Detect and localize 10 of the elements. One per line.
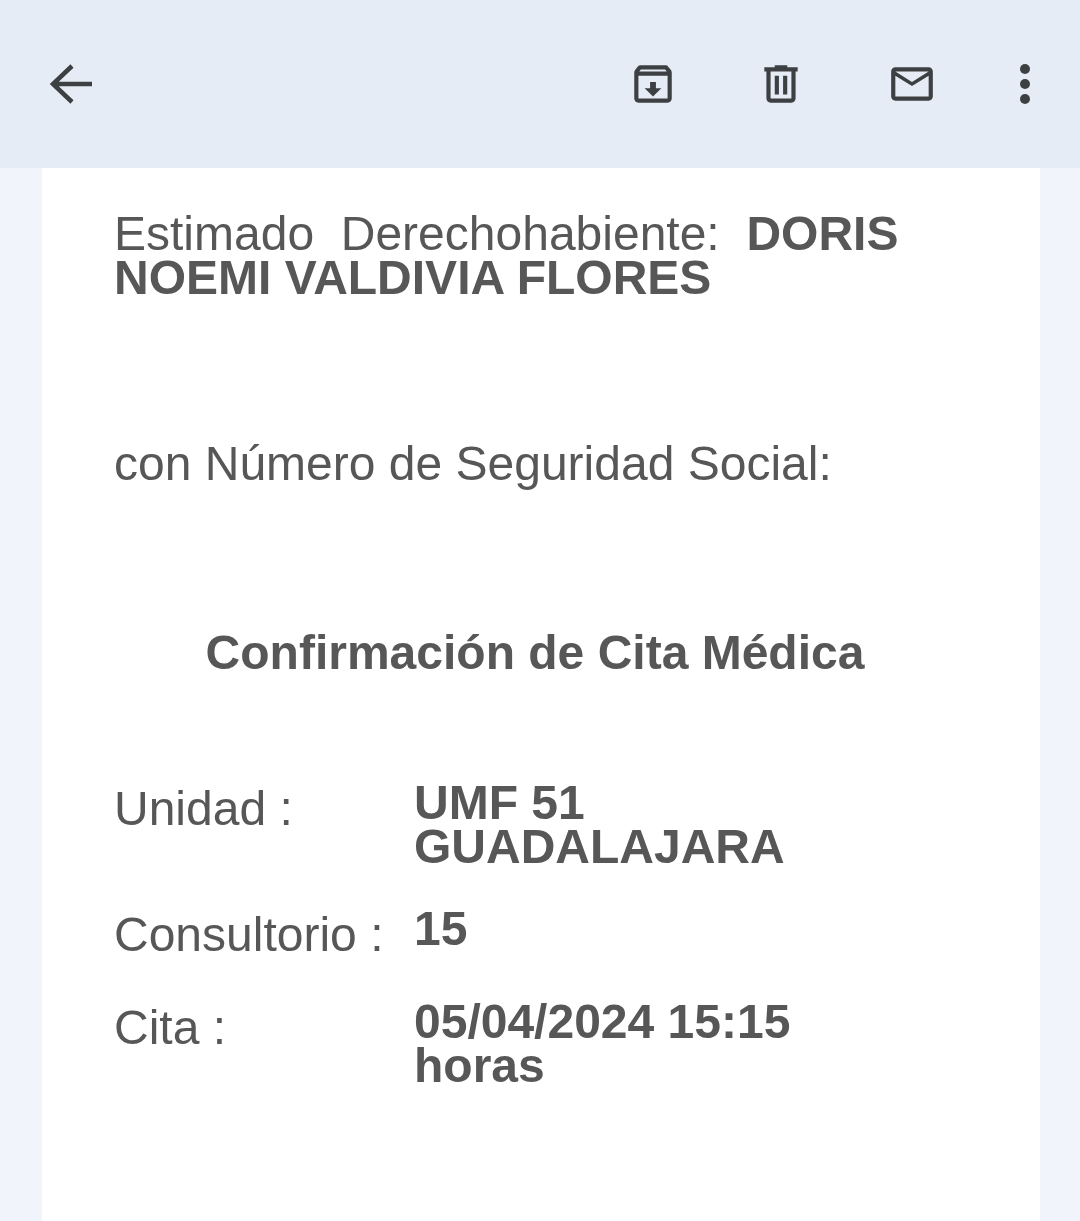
detail-value: UMF 51 GUADALAJARA — [414, 781, 786, 869]
detail-value: 05/04/2024 15:15 horas — [414, 1000, 792, 1088]
detail-value: 15 — [414, 907, 469, 957]
back-icon[interactable] — [48, 62, 94, 106]
detail-label: Cita : — [114, 1001, 227, 1054]
detail-label: Unidad : — [114, 782, 293, 835]
greeting-text: Estimado Derechohabiente: DORIS NOEMI VALDIVIA FLORES — [114, 212, 900, 300]
more-icon[interactable] — [1018, 62, 1032, 106]
message-heading: Confirmación de Cita Médica — [204, 625, 866, 681]
detail-label: Consultorio : — [114, 908, 384, 961]
